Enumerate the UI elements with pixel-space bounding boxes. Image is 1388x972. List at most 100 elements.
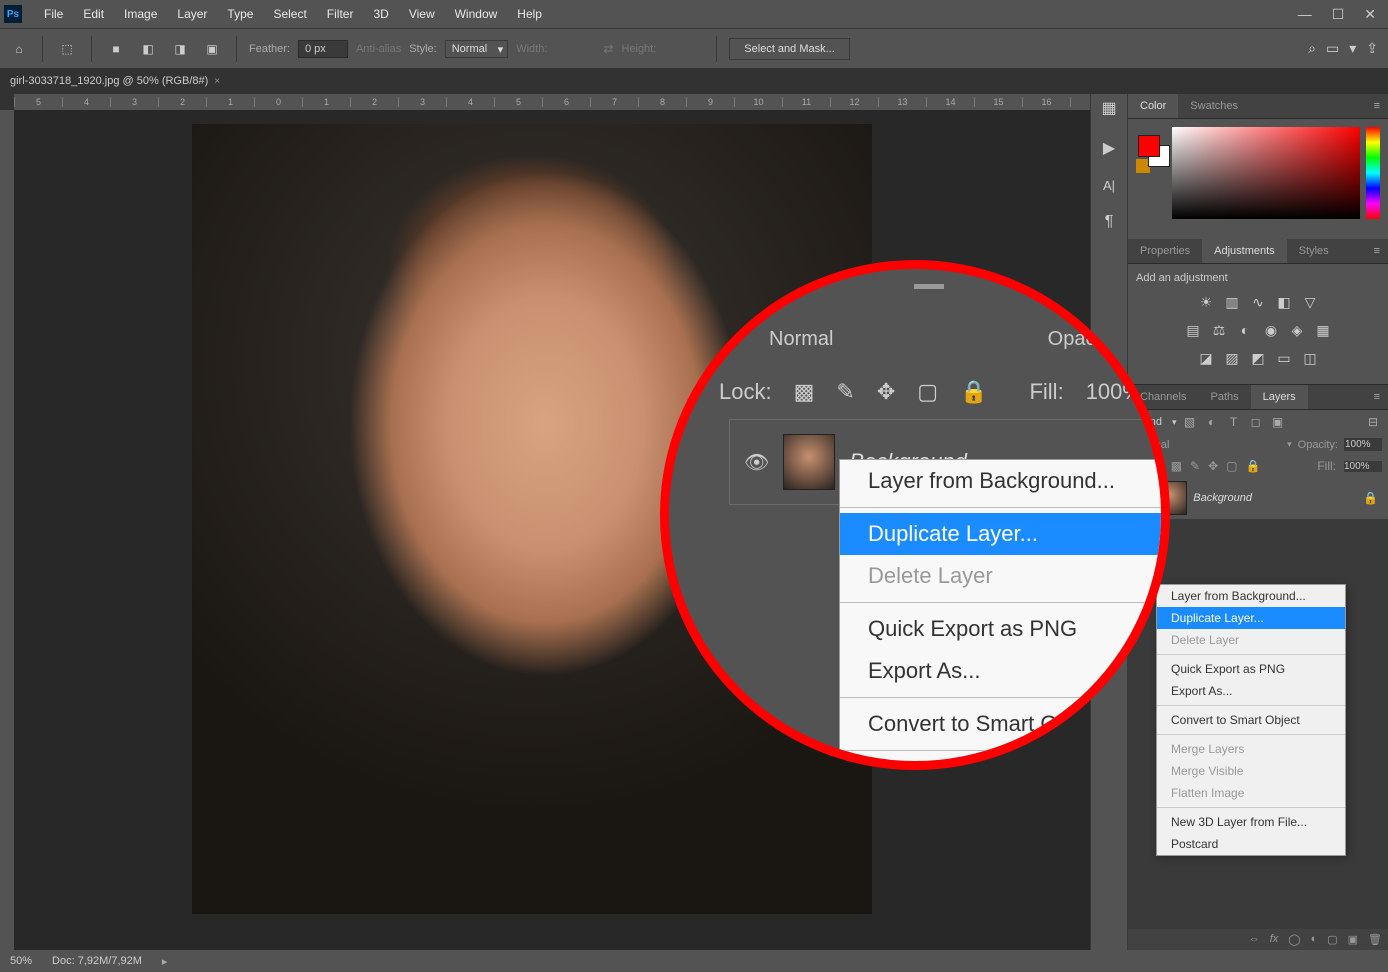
select-and-mask-button[interactable]: Select and Mask...: [729, 38, 850, 60]
mixer-adj-icon[interactable]: ◈: [1287, 320, 1307, 340]
feather-input[interactable]: [298, 40, 348, 58]
color-tab[interactable]: Color: [1128, 94, 1178, 118]
lock-artboard-icon[interactable]: ▢: [1226, 459, 1237, 473]
ctx-layer-from-bg[interactable]: Layer from Background...: [1157, 585, 1345, 607]
menu-image[interactable]: Image: [114, 7, 167, 21]
mask-icon[interactable]: ◯: [1288, 933, 1300, 946]
opacity-input[interactable]: [1344, 438, 1382, 451]
brightness-adj-icon[interactable]: ☀: [1196, 292, 1216, 312]
new-adjustment-icon[interactable]: ◐: [1311, 933, 1318, 946]
share-icon[interactable]: ⇪: [1366, 40, 1378, 57]
adjustments-panel-menu-icon[interactable]: ≡: [1366, 239, 1388, 263]
menu-type[interactable]: Type: [217, 7, 263, 21]
posterize-adj-icon[interactable]: ▨: [1222, 348, 1242, 368]
filter-toggle-icon[interactable]: ⊟: [1364, 415, 1382, 429]
ctx-export-as[interactable]: Export As...: [1157, 680, 1345, 702]
zoom-lock-brush-icon[interactable]: ✎: [836, 379, 854, 405]
actions-panel-icon[interactable]: ▶: [1103, 138, 1115, 158]
ctx-duplicate-layer[interactable]: Duplicate Layer...: [1157, 607, 1345, 629]
new-layer-icon[interactable]: ▣: [1348, 933, 1358, 946]
marquee-tool-icon[interactable]: ⬚: [55, 37, 79, 61]
menu-view[interactable]: View: [399, 7, 445, 21]
properties-tab[interactable]: Properties: [1128, 239, 1202, 263]
lock-brush-icon[interactable]: ✎: [1190, 459, 1200, 473]
levels-adj-icon[interactable]: ▥: [1222, 292, 1242, 312]
layer-name-label[interactable]: Background: [1193, 492, 1252, 504]
menu-filter[interactable]: Filter: [317, 7, 364, 21]
selection-subtract-icon[interactable]: ◨: [168, 37, 192, 61]
zoom-lock-all-icon[interactable]: 🔒: [960, 379, 987, 405]
color-field[interactable]: [1172, 127, 1360, 219]
maximize-button[interactable]: ☐: [1328, 6, 1349, 23]
filter-pixel-icon[interactable]: ▧: [1181, 415, 1199, 429]
zoom-lock-position-icon[interactable]: ✥: [877, 379, 895, 405]
layers-panel-menu-icon[interactable]: ≡: [1366, 385, 1388, 409]
menu-3d[interactable]: 3D: [363, 7, 398, 21]
fill-input[interactable]: [1344, 461, 1382, 472]
zoom-fill-value[interactable]: 100%: [1086, 379, 1142, 405]
menu-window[interactable]: Window: [445, 7, 508, 21]
zoom-level[interactable]: 50%: [10, 955, 32, 967]
ctx-postcard[interactable]: Postcard: [1157, 833, 1345, 855]
bw-adj-icon[interactable]: ◐: [1235, 320, 1255, 340]
frame-icon[interactable]: ▭: [1326, 40, 1339, 57]
minimize-button[interactable]: —: [1294, 6, 1316, 22]
doc-size[interactable]: Doc: 7,92M/7,92M: [52, 955, 142, 967]
paragraph-panel-icon[interactable]: ¶: [1105, 213, 1114, 231]
lock-position-icon[interactable]: ✥: [1208, 459, 1218, 473]
photo-filter-adj-icon[interactable]: ◉: [1261, 320, 1281, 340]
filter-adjustment-icon[interactable]: ◐: [1203, 415, 1221, 429]
ctx-quick-export[interactable]: Quick Export as PNG: [1157, 658, 1345, 680]
status-flyout-icon[interactable]: ▸: [162, 955, 168, 968]
fx-icon[interactable]: fx: [1270, 933, 1279, 946]
selective-adj-icon[interactable]: ◫: [1300, 348, 1320, 368]
hue-adj-icon[interactable]: ▤: [1183, 320, 1203, 340]
style-select[interactable]: Normal: [445, 40, 508, 58]
filter-type-icon[interactable]: T: [1225, 415, 1243, 429]
menu-file[interactable]: File: [34, 7, 73, 21]
zoom-blend-mode[interactable]: Normal: [769, 328, 833, 351]
ctx-new-3d-layer[interactable]: New 3D Layer from File...: [1157, 811, 1345, 833]
document-tab[interactable]: girl-3033718_1920.jpg @ 50% (RGB/8#) ×: [0, 69, 230, 93]
character-panel-icon[interactable]: A|: [1103, 178, 1115, 193]
gradient-map-adj-icon[interactable]: ▭: [1274, 348, 1294, 368]
zoom-ctx-duplicate-layer[interactable]: Duplicate Layer...: [840, 513, 1170, 555]
filter-smart-icon[interactable]: ▣: [1269, 415, 1287, 429]
selection-intersect-icon[interactable]: ▣: [200, 37, 224, 61]
close-button[interactable]: ✕: [1360, 6, 1380, 23]
filter-shape-icon[interactable]: ◻: [1247, 415, 1265, 429]
lock-pixels-icon[interactable]: ▩: [1171, 459, 1182, 473]
selection-new-icon[interactable]: ■: [104, 37, 128, 61]
curves-adj-icon[interactable]: ∿: [1248, 292, 1268, 312]
color-panel-menu-icon[interactable]: ≡: [1366, 94, 1388, 118]
zoom-ctx-convert-smart[interactable]: Convert to Smart Ob: [840, 703, 1170, 745]
zoom-lock-artboard-icon[interactable]: ▢: [917, 379, 938, 405]
zoom-ctx-export-as[interactable]: Export As...: [840, 650, 1170, 692]
exposure-adj-icon[interactable]: ◧: [1274, 292, 1294, 312]
close-tab-icon[interactable]: ×: [214, 76, 220, 87]
menu-edit[interactable]: Edit: [73, 7, 114, 21]
history-panel-icon[interactable]: ▦: [1101, 98, 1116, 118]
zoom-layer-thumbnail[interactable]: [783, 434, 835, 490]
zoom-ctx-layer-from-bg[interactable]: Layer from Background...: [840, 460, 1170, 502]
workspace-menu-icon[interactable]: ▾: [1349, 40, 1356, 57]
invert-adj-icon[interactable]: ◪: [1196, 348, 1216, 368]
home-icon[interactable]: ⌂: [8, 38, 30, 60]
link-layers-icon[interactable]: ⇔: [1249, 933, 1260, 946]
adjustments-tab[interactable]: Adjustments: [1202, 239, 1287, 263]
styles-tab[interactable]: Styles: [1287, 239, 1341, 263]
balance-adj-icon[interactable]: ⚖: [1209, 320, 1229, 340]
search-icon[interactable]: ⌕: [1308, 40, 1316, 57]
new-group-icon[interactable]: ▢: [1327, 933, 1337, 946]
lookup-adj-icon[interactable]: ▦: [1313, 320, 1333, 340]
swatches-tab[interactable]: Swatches: [1178, 94, 1250, 118]
vibrance-adj-icon[interactable]: ▽: [1300, 292, 1320, 312]
menu-help[interactable]: Help: [507, 7, 552, 21]
layers-tab[interactable]: Layers: [1251, 385, 1308, 409]
zoom-visibility-icon[interactable]: 👁: [744, 450, 769, 475]
menu-select[interactable]: Select: [263, 7, 316, 21]
hue-slider[interactable]: [1366, 127, 1380, 219]
lock-all-icon[interactable]: 🔒: [1246, 459, 1261, 473]
delete-layer-icon[interactable]: 🗑: [1368, 933, 1382, 946]
paths-tab[interactable]: Paths: [1198, 385, 1250, 409]
